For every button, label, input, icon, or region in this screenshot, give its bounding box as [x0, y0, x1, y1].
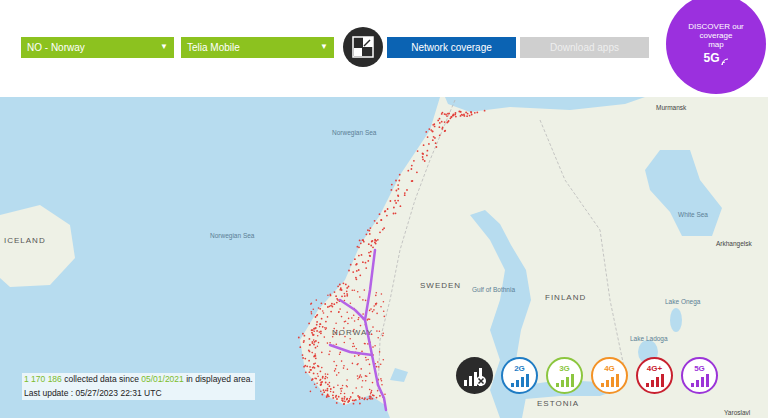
- map-label: Murmansk: [656, 103, 686, 113]
- legend-item[interactable]: 4G: [591, 357, 628, 394]
- map-label: Norwegian Sea: [332, 128, 376, 138]
- legend-item[interactable]: 5G: [681, 357, 718, 394]
- map-label: Yaroslavl: [724, 408, 750, 418]
- map-label: SWEDEN: [420, 280, 461, 292]
- header: NO - Norway ▼ Telia Mobile ▼ Network cov…: [0, 0, 768, 97]
- operator-select[interactable]: Telia Mobile ▼: [181, 37, 334, 58]
- map-label: Lake Onega: [665, 297, 700, 307]
- tab[interactable]: Download apps: [520, 37, 649, 58]
- signal-bars-icon: [690, 373, 710, 387]
- country-select[interactable]: NO - Norway ▼: [21, 37, 174, 58]
- no-signal-icon: [463, 365, 487, 387]
- map-label: ICELAND: [4, 235, 46, 247]
- signal-bars-icon: [510, 373, 530, 387]
- signal-bars-icon: [600, 373, 620, 387]
- map-label: Norwegian Sea: [210, 231, 254, 241]
- tab[interactable]: Network coverage: [387, 37, 516, 58]
- legend-item[interactable]: 2G: [501, 357, 538, 394]
- promo-line: map: [688, 40, 744, 49]
- map-label: Lake Ladoga: [630, 334, 668, 344]
- signal-bars-icon: [555, 373, 575, 387]
- map-label: FINLAND: [545, 292, 586, 304]
- map-label: White Sea: [678, 210, 708, 220]
- signal-bars-icon: [645, 373, 665, 387]
- promo-line: DISCOVER our: [688, 22, 744, 31]
- legend-item[interactable]: [456, 357, 493, 394]
- map-label: Arkhangelsk: [716, 239, 752, 249]
- chevron-down-icon: ▼: [320, 41, 328, 53]
- chevron-down-icon: ▼: [160, 41, 168, 53]
- promo-line: coverage: [688, 31, 744, 40]
- map-label: Gulf of Bothnia: [472, 285, 515, 295]
- coverage-map[interactable]: Murmansk Norwegian Sea Norwegian Sea ICELAN…: [0, 97, 768, 418]
- signal-icon: [721, 58, 729, 66]
- fullscreen-icon[interactable]: [343, 27, 383, 67]
- map-label: NORWAY: [332, 327, 373, 339]
- legend-item[interactable]: 4G+: [636, 357, 673, 394]
- map-label: ESTONIA: [537, 398, 579, 410]
- stats: 1 170 186 collected data since 05/01/202…: [22, 373, 255, 400]
- promo-badge[interactable]: DISCOVER ourcoveragemap 5G: [666, 0, 766, 94]
- legend-item[interactable]: 3G: [546, 357, 583, 394]
